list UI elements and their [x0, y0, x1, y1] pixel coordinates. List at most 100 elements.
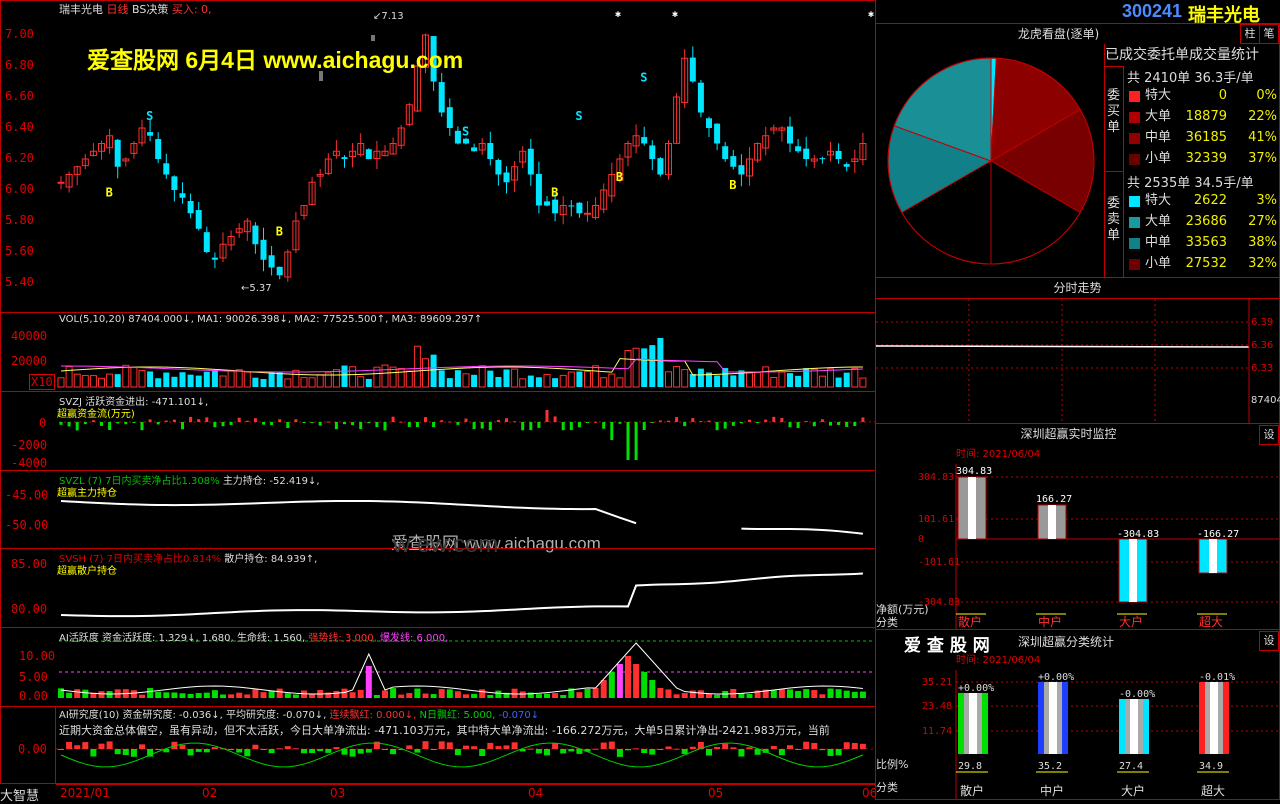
class-bar-highlight	[1049, 682, 1057, 754]
stat-value: 23686	[1185, 214, 1227, 229]
bar-mode-button[interactable]: 柱	[1240, 24, 1260, 44]
air-bar	[778, 749, 785, 756]
bs-marker: B	[616, 170, 623, 184]
ai-research-panel[interactable]: AI研究度(10) 资金研究度: -0.036↓, 平均研究度: -0.070↓…	[55, 706, 876, 784]
svzj-bar	[658, 420, 662, 422]
ai-bar	[827, 688, 834, 698]
air-bar	[276, 748, 283, 750]
star-marker: ✱	[672, 9, 678, 20]
vol-bar	[81, 375, 89, 388]
ai-bar	[673, 694, 680, 698]
pen-mode-button[interactable]: 笔	[1259, 24, 1279, 44]
svsh-line	[60, 572, 863, 618]
vol-bar	[235, 369, 243, 388]
main-ytick: 6.60	[5, 89, 34, 103]
air-bar	[74, 745, 81, 749]
svzj-bar	[116, 422, 120, 424]
monitor-panel[interactable]: 深圳超赢实时监控 设 时间: 2021/06/04 304.83 101.61 0-…	[875, 423, 1280, 630]
bs-marker: B	[551, 186, 558, 200]
ai-bar	[398, 694, 405, 698]
ai-research-text: 近期大资金总体偏空，虽有异动，但不太活跃，今日大单净流出: -471.103万元…	[59, 724, 830, 737]
air-bar	[835, 749, 842, 756]
candle-body	[697, 82, 704, 113]
ai-bar	[357, 689, 364, 698]
vol-bar	[576, 371, 583, 387]
air-bar	[641, 749, 648, 754]
vol-bar	[397, 367, 405, 388]
vol-bar	[276, 372, 283, 387]
stat-row: 特大 2622 3%	[1125, 191, 1277, 211]
air-bar	[665, 746, 672, 749]
ai-active-panel[interactable]: AI活跃度 资金活跃度: 1.329↓, 1.680, 生命线: 1.560, …	[0, 627, 876, 707]
air-bar	[811, 742, 818, 749]
svzj-ytick-1: 0	[39, 416, 47, 430]
ai-bar	[519, 691, 526, 698]
vol-ma2	[60, 358, 863, 373]
indicator-label[interactable]: BS决策	[132, 3, 168, 16]
stat-pct: 22%	[1248, 109, 1277, 124]
main-ytick: 7.00	[5, 27, 34, 41]
ai-bar	[422, 693, 429, 698]
vol-bar	[300, 377, 308, 388]
svzj-bar	[488, 422, 492, 431]
svzj-panel[interactable]: SVZJ 活跃资金进出: -471.101↓, 超赢资金流(万元) 0 -200…	[0, 391, 876, 471]
monitor-bar-value: 166.27	[1036, 494, 1072, 505]
bs-marker: S	[575, 109, 582, 123]
svzj-bar	[642, 422, 646, 430]
monitor-cat: 超大	[1199, 614, 1223, 629]
air-bar	[859, 743, 866, 749]
ai-bar	[155, 691, 162, 698]
pie-panel[interactable]: 龙虎看盘(逐单) 柱 笔 已成交委托单成交量统计 委买单 共 2410单 36.…	[875, 23, 1280, 278]
monitor-bar-highlight	[1209, 539, 1217, 573]
intraday-panel[interactable]: 分时走势 6.39 6.36 6.33 87404	[875, 277, 1280, 424]
stat-label: 中单	[1145, 130, 1172, 145]
svzj-bar	[707, 420, 711, 422]
ai-bar	[544, 693, 550, 698]
svzj-bar	[586, 422, 589, 423]
candle-body	[114, 139, 121, 167]
class-panel[interactable]: 爱 查 股 网 深圳超赢分类统计 设 时间: 2021/06/04 35.21 2…	[875, 629, 1280, 800]
vol-bar	[754, 372, 762, 388]
candle-body	[211, 257, 218, 260]
stat-row: 小单 32339 37%	[1125, 149, 1277, 169]
svzj-bar	[213, 422, 217, 428]
svzj-bar	[820, 419, 824, 422]
ai-bar	[463, 694, 469, 698]
period-label[interactable]: 日线	[107, 3, 129, 16]
svzj-bar	[367, 422, 371, 424]
air-bar	[511, 742, 518, 749]
vol-bar	[600, 377, 608, 388]
main-kline-panel[interactable]: B S B S B S B S B ✱ ✱ ✱ 瑞丰光电 日线 BS决策 买入: 0, 爱查股网 6月…	[0, 0, 876, 313]
vol-ytick-1: 40000	[11, 329, 48, 343]
stat-value: 27532	[1185, 256, 1227, 271]
vol-panel[interactable]: VOL(5,10,20) 87404.000↓, MA1: 90026.398↓…	[0, 312, 876, 392]
air-bar	[843, 742, 850, 749]
svzj-bar	[788, 422, 792, 428]
vol-bar	[171, 376, 178, 387]
air-bar	[139, 744, 145, 749]
ai-bar	[592, 688, 599, 698]
vol-bar	[665, 371, 672, 388]
svzj-bar	[715, 422, 719, 431]
star-marker: ✱	[615, 9, 621, 20]
svsh-panel[interactable]: w ew.com SVSH (7) 7日内买卖净占比0.814% 散户持仓: 8…	[0, 531, 876, 628]
vol-bar	[827, 368, 834, 388]
air-bar	[357, 749, 364, 754]
svzj-bar	[723, 422, 727, 429]
ai-active-legend-c: 爆发线: 6.000,	[379, 633, 449, 644]
air-bar	[527, 748, 534, 750]
ai-active-legend-b: 强势线: 3.000,	[308, 633, 377, 644]
air-bar	[827, 749, 834, 756]
class-chart: 35.21 23.48 11.74 +0.00% 29.8 散户 +0.00% 35.2 中户 -…	[922, 670, 1279, 799]
ai-bar	[625, 656, 631, 698]
vol-bar	[268, 372, 275, 387]
ai-bar	[203, 692, 210, 698]
ai-bar	[843, 690, 850, 698]
ai-bar	[382, 690, 388, 698]
air-bar	[309, 749, 316, 754]
svzj-bar	[59, 422, 63, 425]
air-bar	[803, 741, 810, 749]
air-bar	[608, 741, 615, 749]
air-bar	[341, 749, 348, 755]
x-axis: 2021/01 02 03 04 05 06	[56, 784, 877, 801]
